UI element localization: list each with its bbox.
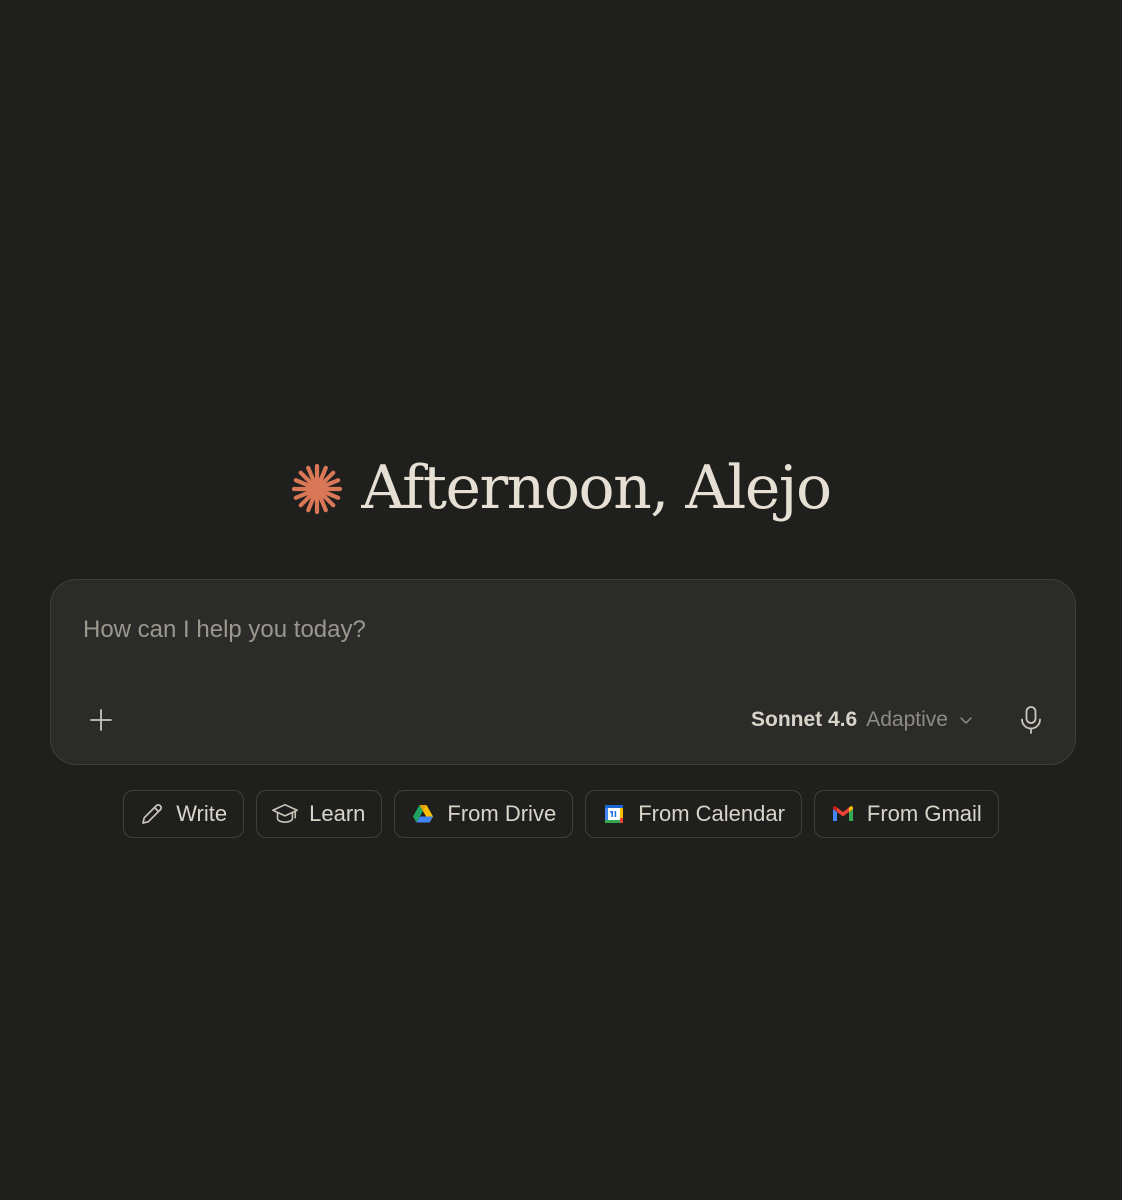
chevron-down-icon xyxy=(959,713,973,727)
plus-icon xyxy=(88,707,114,733)
model-name: Sonnet 4.6 xyxy=(751,708,858,731)
from-calendar-chip[interactable]: From Calendar xyxy=(585,790,802,838)
google-drive-icon xyxy=(409,800,437,828)
voice-input-button[interactable] xyxy=(1011,700,1051,740)
chip-label: Write xyxy=(176,801,228,826)
chip-label: Learn xyxy=(309,801,366,826)
sparkle-asterisk-icon xyxy=(291,463,343,515)
chip-label: From Drive xyxy=(447,801,557,826)
google-calendar-icon xyxy=(600,800,628,828)
chip-label: From Gmail xyxy=(866,801,982,826)
pencil-icon xyxy=(138,800,166,828)
greeting: Afternoon, Alejo xyxy=(0,452,1122,524)
greeting-title: Afternoon, Alejo xyxy=(361,453,832,523)
add-attachment-button[interactable] xyxy=(81,700,121,740)
from-drive-chip[interactable]: From Drive xyxy=(394,790,574,838)
model-selector[interactable]: Sonnet 4.6 Adaptive xyxy=(751,702,973,738)
main-screen: Afternoon, Alejo Sonnet 4.6 Adaptive xyxy=(0,0,1122,1200)
microphone-icon xyxy=(1018,705,1044,735)
chip-label: From Calendar xyxy=(638,801,785,826)
from-gmail-chip[interactable]: From Gmail xyxy=(813,790,999,838)
graduation-cap-icon xyxy=(271,800,299,828)
gmail-icon xyxy=(829,800,857,828)
chat-composer: Sonnet 4.6 Adaptive xyxy=(50,579,1076,765)
model-mode: Adaptive xyxy=(866,708,948,731)
learn-chip[interactable]: Learn xyxy=(256,790,383,838)
write-chip[interactable]: Write xyxy=(123,790,245,838)
prompt-input[interactable] xyxy=(83,610,1043,650)
quick-actions: Write Learn From Drive From Calendar Fro… xyxy=(0,790,1122,838)
